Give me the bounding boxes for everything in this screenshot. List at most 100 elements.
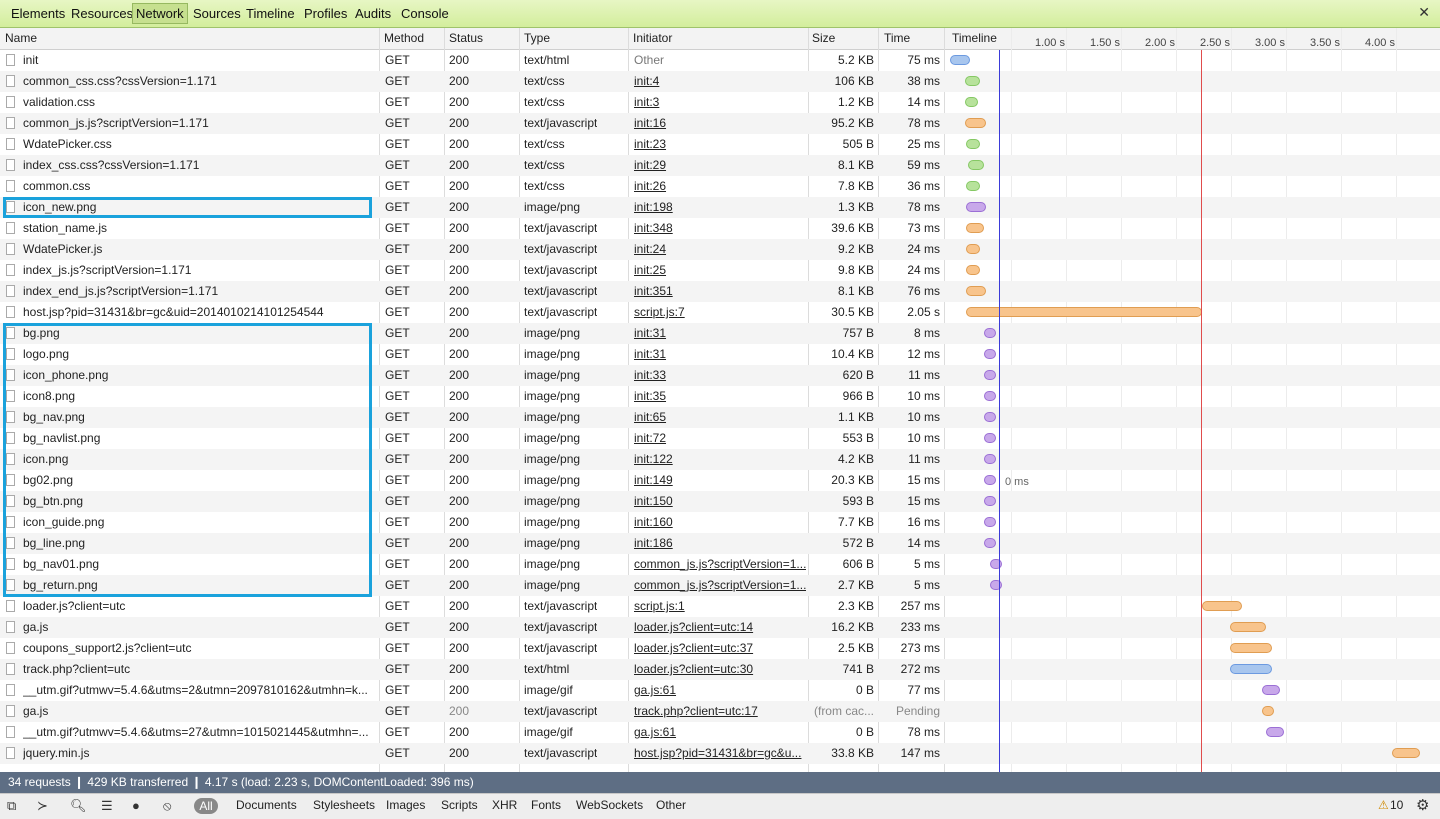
timeline-bar[interactable] xyxy=(984,538,996,548)
timeline-bar[interactable] xyxy=(984,496,996,506)
tab-profiles[interactable]: Profiles xyxy=(304,4,347,23)
tab-resources[interactable]: Resources xyxy=(71,4,133,23)
timeline-bar[interactable] xyxy=(1392,748,1420,758)
table-row[interactable]: index_js.js?scriptVersion=1.171 GET 200 tex… xyxy=(0,260,1440,281)
record-icon[interactable]: ● xyxy=(132,798,140,813)
tab-sources[interactable]: Sources xyxy=(193,4,241,23)
table-row[interactable]: WdatePicker.css GET 200 text/css init:23 505 … xyxy=(0,134,1440,155)
tab-timeline[interactable]: Timeline xyxy=(246,4,295,23)
table-row[interactable]: track.php?client=utc GET 200 text/html loade… xyxy=(0,659,1440,680)
console-drawer-icon[interactable]: ≻ xyxy=(37,798,48,814)
timeline-bar[interactable] xyxy=(1262,685,1280,695)
request-initiator[interactable]: init:25 xyxy=(634,260,806,281)
table-row[interactable]: common.css GET 200 text/css init:26 7.8 KB 36 … xyxy=(0,176,1440,197)
request-initiator[interactable]: loader.js?client=utc:37 xyxy=(634,638,806,659)
request-initiator[interactable]: init:186 xyxy=(634,533,806,554)
request-initiator[interactable]: script.js:7 xyxy=(634,302,806,323)
table-row[interactable]: loader.js?client=utc GET 200 text/javascrip… xyxy=(0,596,1440,617)
table-row[interactable]: init GET 200 text/html Other 5.2 KB 75 ms xyxy=(0,50,1440,71)
col-time[interactable]: Time xyxy=(884,31,910,45)
table-row[interactable]: WdatePicker.js GET 200 text/javascript init:… xyxy=(0,239,1440,260)
request-initiator[interactable]: init:4 xyxy=(634,71,806,92)
timeline-bar[interactable] xyxy=(966,286,986,296)
request-initiator[interactable]: init:3 xyxy=(634,92,806,113)
timeline-bar[interactable] xyxy=(965,118,986,128)
filter-fonts[interactable]: Fonts xyxy=(531,798,561,812)
request-initiator[interactable]: common_js.js?scriptVersion=1... xyxy=(634,554,806,575)
request-initiator[interactable]: init:24 xyxy=(634,239,806,260)
request-initiator[interactable]: init:33 xyxy=(634,365,806,386)
timeline-bar[interactable] xyxy=(966,139,980,149)
list-view-icon[interactable]: ☰ xyxy=(101,798,113,814)
filter-documents[interactable]: Documents xyxy=(236,798,297,812)
request-initiator[interactable]: init:31 xyxy=(634,344,806,365)
request-initiator[interactable]: ga.js:61 xyxy=(634,722,806,743)
timeline-bar[interactable] xyxy=(1202,601,1242,611)
timeline-bar[interactable] xyxy=(984,433,996,443)
request-initiator[interactable]: Other xyxy=(634,50,806,71)
timeline-bar[interactable] xyxy=(1262,706,1274,716)
filter-scripts[interactable]: Scripts xyxy=(441,798,478,812)
timeline-bar[interactable] xyxy=(984,454,996,464)
clear-icon[interactable]: ⦸ xyxy=(163,798,171,814)
filter-stylesheets[interactable]: Stylesheets xyxy=(313,798,375,812)
timeline-bar[interactable] xyxy=(968,160,984,170)
timeline-bar[interactable] xyxy=(984,517,996,527)
timeline-bar[interactable] xyxy=(984,391,996,401)
dock-icon[interactable]: ⧉ xyxy=(7,798,16,814)
timeline-bar[interactable] xyxy=(965,97,978,107)
timeline-bar[interactable] xyxy=(966,307,1202,317)
close-icon[interactable]: ✕ xyxy=(1418,4,1430,21)
table-row[interactable]: ga.js GET 200 text/javascript loader.js?clie… xyxy=(0,617,1440,638)
request-initiator[interactable]: init:65 xyxy=(634,407,806,428)
timeline-bar[interactable] xyxy=(990,580,1002,590)
timeline-bar[interactable] xyxy=(950,55,970,65)
timeline-bar[interactable] xyxy=(984,349,996,359)
request-initiator[interactable]: host.jsp?pid=31431&br=gc&u... xyxy=(634,743,806,764)
request-initiator[interactable]: init:198 xyxy=(634,197,806,218)
request-initiator[interactable]: init:29 xyxy=(634,155,806,176)
warning-count[interactable]: 10 xyxy=(1390,798,1403,812)
request-initiator[interactable]: init:26 xyxy=(634,176,806,197)
table-row[interactable]: common_js.js?scriptVersion=1.171 GET 200 te… xyxy=(0,113,1440,134)
table-row[interactable]: index_css.css?cssVersion=1.171 GET 200 text… xyxy=(0,155,1440,176)
request-initiator[interactable]: ga.js:61 xyxy=(634,680,806,701)
request-initiator[interactable]: init:351 xyxy=(634,281,806,302)
table-row[interactable]: ga.js GET 200 text/javascript track.php?clie… xyxy=(0,701,1440,722)
request-initiator[interactable]: init:31 xyxy=(634,323,806,344)
request-initiator[interactable]: loader.js?client=utc:30 xyxy=(634,659,806,680)
tab-network[interactable]: Network xyxy=(132,3,188,24)
table-row[interactable]: index_end_js.js?scriptVersion=1.171 GET 20… xyxy=(0,281,1440,302)
col-type[interactable]: Type xyxy=(524,31,550,45)
timeline-bar[interactable] xyxy=(1230,622,1266,632)
timeline-bar[interactable] xyxy=(966,202,986,212)
filter-websockets[interactable]: WebSockets xyxy=(576,798,643,812)
request-initiator[interactable]: loader.js?client=utc:14 xyxy=(634,617,806,638)
col-size[interactable]: Size xyxy=(812,31,835,45)
filter-images[interactable]: Images xyxy=(386,798,425,812)
request-initiator[interactable]: init:72 xyxy=(634,428,806,449)
table-row[interactable]: validation.css GET 200 text/css init:3 1.2 KB… xyxy=(0,92,1440,113)
warning-icon[interactable]: ⚠ xyxy=(1378,798,1389,812)
search-icon[interactable]: 🔍︎ xyxy=(70,798,87,814)
request-initiator[interactable]: init:149 xyxy=(634,470,806,491)
request-initiator[interactable]: init:16 xyxy=(634,113,806,134)
tab-elements[interactable]: Elements xyxy=(11,4,65,23)
timeline-bar[interactable] xyxy=(966,265,980,275)
col-status[interactable]: Status xyxy=(449,31,483,45)
table-row[interactable]: __utm.gif?utmwv=5.4.6&utms=27&utmn=10150… xyxy=(0,722,1440,743)
request-initiator[interactable]: init:23 xyxy=(634,134,806,155)
timeline-bar[interactable] xyxy=(966,223,984,233)
request-initiator[interactable]: track.php?client=utc:17 xyxy=(634,701,806,722)
col-initiator[interactable]: Initiator xyxy=(633,31,672,45)
gear-icon[interactable]: ⚙ xyxy=(1416,796,1429,814)
timeline-bar[interactable] xyxy=(1230,664,1272,674)
col-method[interactable]: Method xyxy=(384,31,424,45)
request-initiator[interactable]: script.js:1 xyxy=(634,596,806,617)
request-initiator[interactable]: init:122 xyxy=(634,449,806,470)
table-row[interactable]: common_css.css?cssVersion=1.171 GET 200 tex… xyxy=(0,71,1440,92)
filter-all[interactable]: All xyxy=(194,798,218,814)
request-initiator[interactable]: common_js.js?scriptVersion=1... xyxy=(634,575,806,596)
timeline-bar[interactable] xyxy=(984,475,996,485)
col-name[interactable]: Name xyxy=(5,31,37,45)
